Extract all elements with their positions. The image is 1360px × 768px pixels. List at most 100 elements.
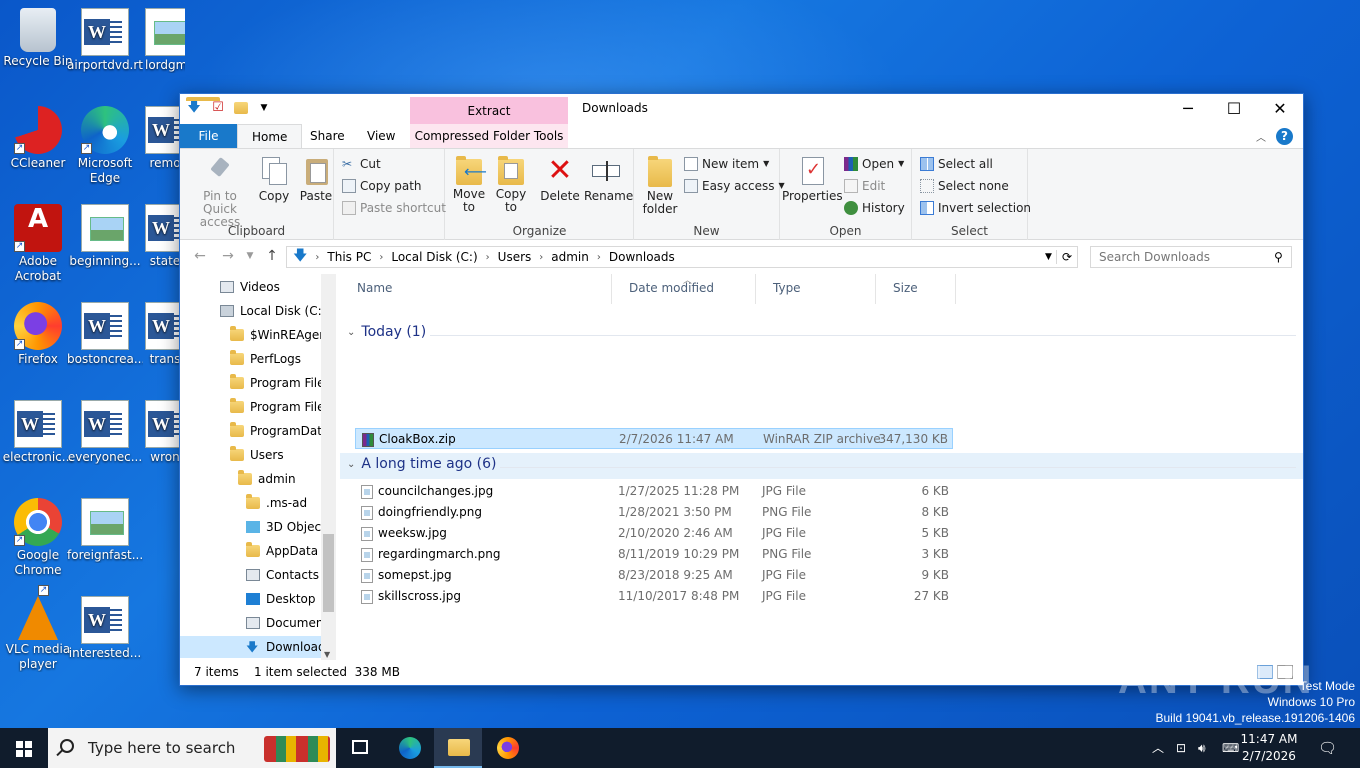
- tab-file[interactable]: File: [180, 124, 237, 148]
- tab-share[interactable]: Share: [296, 124, 359, 148]
- tab-home[interactable]: Home: [237, 124, 303, 149]
- refresh-icon[interactable]: ⟳: [1055, 250, 1077, 264]
- recent-locations-chevron-icon[interactable]: ▼: [240, 251, 260, 261]
- search-input[interactable]: Search Downloads: [1090, 246, 1292, 268]
- breadcrumb-chevron-icon[interactable]: ›: [482, 252, 494, 263]
- desktop-icon[interactable]: lordgmt.jpg: [145, 8, 185, 73]
- title-bar[interactable]: 🡇 ☑ ▼ Extract Downloads ─ ☐ ✕: [180, 94, 1303, 124]
- desktop-icon[interactable]: airportdvd.rtf: [67, 8, 143, 73]
- down-arrow-icon[interactable]: 🡇: [186, 100, 202, 116]
- column-date-modified[interactable]: Date modified: [612, 274, 756, 304]
- select-all-button[interactable]: Select all: [920, 154, 993, 174]
- nav-item[interactable]: Contacts: [180, 564, 336, 586]
- close-button[interactable]: ✕: [1257, 94, 1303, 124]
- input-language-icon[interactable]: ⌨︎: [1222, 728, 1239, 768]
- file-row[interactable]: regardingmarch.png 8/11/2019 10:29 PM PNG …: [355, 544, 953, 565]
- new-item-button[interactable]: New item ▼: [684, 154, 769, 174]
- easy-access-button[interactable]: Easy access ▼: [684, 176, 785, 196]
- file-row[interactable]: CloakBox.zip 2/7/2026 11:47 AM WinRAR ZIP …: [355, 428, 953, 449]
- desktop-icon[interactable]: ↗ Microsoft Edge: [67, 106, 143, 186]
- nav-item[interactable]: Users: [180, 444, 336, 466]
- file-row[interactable]: weeksw.jpg 2/10/2020 2:46 AM JPG File 5 KB: [355, 523, 953, 544]
- breadcrumb-chevron-icon[interactable]: ›: [535, 252, 547, 263]
- desktop-icon[interactable]: everyonec...: [67, 400, 143, 465]
- invert-selection-button[interactable]: Invert selection: [920, 198, 1031, 218]
- taskbar-file-explorer-button[interactable]: [434, 728, 482, 768]
- open-button[interactable]: Open ▼: [844, 154, 904, 174]
- properties-check-icon[interactable]: ☑: [210, 100, 226, 116]
- show-hidden-icons[interactable]: ︿: [1152, 728, 1164, 768]
- file-row[interactable]: councilchanges.jpg 1/27/2025 11:28 PM JPG …: [355, 481, 953, 502]
- breadcrumb-chevron-icon[interactable]: ›: [375, 252, 387, 263]
- network-icon[interactable]: ⊡: [1176, 728, 1186, 768]
- paste-button[interactable]: Paste: [296, 155, 336, 203]
- pin-quick-access-button[interactable]: Pin to Quick access: [188, 155, 252, 229]
- breadcrumb-chevron-icon[interactable]: ›: [593, 252, 605, 263]
- breadcrumb-item[interactable]: Downloads: [605, 250, 679, 264]
- nav-item[interactable]: .ms-ad: [180, 492, 336, 514]
- breadcrumb-item[interactable]: Local Disk (C:): [387, 250, 481, 264]
- help-icon[interactable]: ?: [1276, 128, 1293, 145]
- group-header-long-ago[interactable]: ⌄ A long time ago (6): [347, 456, 496, 472]
- column-size[interactable]: Size: [876, 274, 956, 304]
- nav-item[interactable]: 3D Objects: [180, 516, 336, 538]
- select-none-button[interactable]: Select none: [920, 176, 1009, 196]
- history-button[interactable]: History: [844, 198, 905, 218]
- move-to-button[interactable]: ⟵ Move to: [452, 155, 487, 214]
- nav-item[interactable]: ProgramData: [180, 420, 336, 442]
- desktop-icon[interactable]: ↗ Adobe Acrobat: [0, 204, 76, 284]
- copy-path-button[interactable]: Copy path: [342, 176, 422, 196]
- task-view-button[interactable]: [336, 728, 384, 768]
- desktop-icon[interactable]: Recycle Bin: [0, 8, 76, 69]
- navigation-pane[interactable]: Videos Local Disk (C:) $WinREAgent PerfLogs…: [180, 274, 336, 661]
- address-bar[interactable]: 🡇 › This PC › Local Disk (C:) › Users › admin ›…: [286, 246, 1078, 268]
- nav-item[interactable]: PerfLogs: [180, 348, 336, 370]
- nav-item[interactable]: Program Files: [180, 372, 336, 394]
- breadcrumb-item[interactable]: admin: [547, 250, 593, 264]
- breadcrumb-item[interactable]: This PC: [323, 250, 375, 264]
- copy-to-button[interactable]: Copy to: [494, 155, 528, 214]
- scrollbar-thumb[interactable]: [323, 534, 334, 612]
- tab-compressed-folder-tools[interactable]: Compressed Folder Tools: [410, 124, 568, 148]
- nav-item[interactable]: $WinREAgent: [180, 324, 336, 346]
- properties-button[interactable]: ✓ Properties: [782, 155, 843, 203]
- volume-icon[interactable]: 🔊︎: [1198, 728, 1206, 768]
- address-dropdown-icon[interactable]: ▼: [1041, 252, 1056, 262]
- minimize-button[interactable]: ─: [1165, 94, 1211, 124]
- taskbar-search-box[interactable]: Type here to search: [48, 728, 336, 768]
- desktop-icon[interactable]: electronic...: [0, 400, 76, 465]
- nav-item[interactable]: Program Files (x86): [180, 396, 336, 418]
- maximize-button[interactable]: ☐: [1211, 94, 1257, 124]
- nav-item[interactable]: Videos: [180, 276, 336, 298]
- new-folder-icon[interactable]: [234, 102, 248, 114]
- file-list[interactable]: Name ︿ Date modified Type Size ⌄ Today (…: [340, 274, 1303, 661]
- nav-item[interactable]: 🡇 Downloads: [180, 636, 336, 658]
- rename-button[interactable]: Rename: [584, 155, 633, 203]
- group-header-today[interactable]: ⌄ Today (1): [347, 324, 426, 340]
- file-row[interactable]: somepst.jpg 8/23/2018 9:25 AM JPG File 9 KB: [355, 565, 953, 586]
- tab-view[interactable]: View: [353, 124, 409, 148]
- breadcrumb-item[interactable]: Users: [494, 250, 536, 264]
- customize-dropdown-icon[interactable]: ▼: [256, 100, 272, 116]
- desktop-icon[interactable]: ↗ VLC media player: [0, 585, 76, 672]
- copy-button[interactable]: Copy: [256, 155, 292, 203]
- explorer-window[interactable]: 🡇 ☑ ▼ Extract Downloads ─ ☐ ✕ File Home …: [179, 93, 1304, 686]
- paste-shortcut-button[interactable]: Paste shortcut: [342, 198, 446, 218]
- taskbar-firefox-button[interactable]: [484, 728, 532, 768]
- desktop-icon[interactable]: beginning...: [67, 204, 143, 269]
- file-row[interactable]: doingfriendly.png 1/28/2021 3:50 PM PNG Fi…: [355, 502, 953, 523]
- delete-button[interactable]: ✕ Delete: [538, 155, 582, 203]
- nav-item[interactable]: Documents: [180, 612, 336, 634]
- forward-arrow-icon[interactable]: →: [218, 248, 238, 264]
- desktop-icon[interactable]: foreignfast...: [67, 498, 143, 563]
- nav-item[interactable]: AppData: [180, 540, 336, 562]
- nav-item[interactable]: Local Disk (C:): [180, 300, 336, 322]
- nav-item[interactable]: Desktop: [180, 588, 336, 610]
- taskbar-edge-button[interactable]: [386, 728, 434, 768]
- edit-button[interactable]: Edit: [844, 176, 885, 196]
- context-tab-extract[interactable]: Extract: [410, 97, 568, 124]
- desktop-icon[interactable]: ↗ CCleaner: [0, 106, 76, 171]
- nav-item[interactable]: admin: [180, 468, 336, 490]
- start-button[interactable]: [0, 728, 48, 768]
- collapse-ribbon-icon[interactable]: ︿: [1256, 129, 1266, 144]
